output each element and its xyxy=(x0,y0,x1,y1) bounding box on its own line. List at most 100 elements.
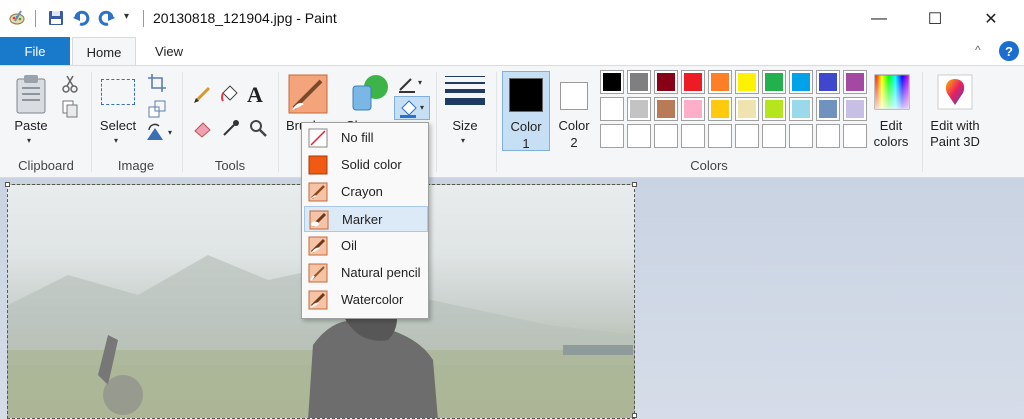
cut-icon[interactable] xyxy=(60,74,80,94)
palette-swatch xyxy=(603,100,621,118)
fill-icon[interactable] xyxy=(398,99,418,119)
palette-swatch xyxy=(603,73,621,91)
palette-color-cell[interactable] xyxy=(816,97,840,121)
palette-color-cell[interactable] xyxy=(816,70,840,94)
minimize-button[interactable]: — xyxy=(850,0,908,37)
fill-dropdown-arrow[interactable]: ▾ xyxy=(420,103,424,112)
paste-dropdown-arrow[interactable]: ▾ xyxy=(27,136,31,145)
tab-home[interactable]: Home xyxy=(72,37,136,66)
paste-icon[interactable] xyxy=(14,74,48,114)
palette-empty-cell[interactable] xyxy=(735,124,759,148)
palette-color-cell[interactable] xyxy=(627,97,651,121)
color1-label: Color xyxy=(510,119,542,134)
select-button[interactable]: Select xyxy=(96,118,140,134)
palette-color-cell[interactable] xyxy=(762,70,786,94)
palette-empty-cell[interactable] xyxy=(681,124,705,148)
menu-item-watercolor[interactable]: Watercolor xyxy=(304,287,428,313)
shapes-icon[interactable] xyxy=(346,72,390,114)
text-tool-icon[interactable]: A xyxy=(247,82,263,108)
edit-colors-icon[interactable] xyxy=(874,74,910,110)
color-picker-icon[interactable] xyxy=(221,118,241,138)
palette-swatch xyxy=(711,100,729,118)
collapse-ribbon-icon[interactable]: ^ xyxy=(975,43,981,57)
color1-number: 1 xyxy=(522,136,530,151)
palette-empty-cell[interactable] xyxy=(816,124,840,148)
palette-empty-cell[interactable] xyxy=(600,124,624,148)
select-icon[interactable] xyxy=(101,79,135,105)
edit-with-paint3d-button[interactable]: Edit with Paint 3D xyxy=(926,118,984,150)
color2-label: Color xyxy=(558,118,590,133)
tab-view[interactable]: View xyxy=(142,37,196,66)
close-button[interactable]: ✕ xyxy=(962,0,1020,37)
maximize-button[interactable]: ☐ xyxy=(906,0,964,37)
menu-item-oil[interactable]: Oil xyxy=(304,233,428,259)
palette-color-cell[interactable] xyxy=(843,97,867,121)
palette-color-cell[interactable] xyxy=(708,70,732,94)
menu-item-crayon[interactable]: Crayon xyxy=(304,179,428,205)
palette-empty-cell[interactable] xyxy=(708,124,732,148)
palette-color-cell[interactable] xyxy=(762,97,786,121)
palette-color-cell[interactable] xyxy=(735,97,759,121)
paste-button[interactable]: Paste xyxy=(10,118,52,134)
brushes-icon[interactable] xyxy=(288,74,328,114)
palette-swatch xyxy=(765,100,783,118)
palette-color-cell[interactable] xyxy=(681,70,705,94)
edit-colors-button[interactable]: Edit colors xyxy=(866,118,916,150)
outline-dropdown-arrow[interactable]: ▾ xyxy=(418,78,422,87)
tools-group-label: Tools xyxy=(214,158,246,173)
rotate-dropdown-arrow[interactable]: ▾ xyxy=(168,128,172,137)
save-icon[interactable] xyxy=(47,9,65,27)
size-dropdown-arrow[interactable]: ▾ xyxy=(461,136,465,145)
palette-empty-cell[interactable] xyxy=(627,124,651,148)
color1-button[interactable]: Color 1 xyxy=(502,71,550,151)
resize-handle[interactable] xyxy=(632,182,637,187)
menu-item-no-fill[interactable]: No fill xyxy=(304,125,428,151)
palette-swatch xyxy=(657,100,675,118)
paint-3d-icon[interactable] xyxy=(937,74,973,110)
oil-icon xyxy=(308,236,328,256)
tab-file[interactable]: File xyxy=(0,37,70,65)
palette-color-cell[interactable] xyxy=(600,97,624,121)
crop-icon[interactable] xyxy=(147,73,167,93)
size-button[interactable]: Size xyxy=(443,118,487,134)
rotate-icon[interactable] xyxy=(145,122,165,142)
resize-handle[interactable] xyxy=(5,182,10,187)
palette-color-cell[interactable] xyxy=(789,97,813,121)
palette-swatch xyxy=(630,100,648,118)
size-icon[interactable] xyxy=(445,76,485,110)
resize-icon[interactable] xyxy=(147,99,167,119)
palette-empty-cell[interactable] xyxy=(843,124,867,148)
outline-icon[interactable] xyxy=(397,74,417,94)
magnifier-icon[interactable] xyxy=(248,118,268,138)
color2-button[interactable]: Color 2 xyxy=(552,71,596,151)
palette-color-cell[interactable] xyxy=(627,70,651,94)
fill-button-active[interactable]: ▾ xyxy=(394,96,430,120)
palette-color-cell[interactable] xyxy=(843,70,867,94)
pencil-icon[interactable] xyxy=(193,84,213,104)
select-dropdown-arrow[interactable]: ▾ xyxy=(114,136,118,145)
redo-icon[interactable] xyxy=(98,9,116,27)
resize-handle[interactable] xyxy=(632,413,637,418)
help-button[interactable]: ? xyxy=(999,41,1019,61)
palette-color-cell[interactable] xyxy=(789,70,813,94)
palette-color-cell[interactable] xyxy=(654,70,678,94)
palette-color-cell[interactable] xyxy=(681,97,705,121)
palette-color-cell[interactable] xyxy=(654,97,678,121)
crayon-icon xyxy=(308,182,328,202)
undo-icon[interactable] xyxy=(72,9,90,27)
palette-color-cell[interactable] xyxy=(735,70,759,94)
fill-bucket-icon[interactable] xyxy=(219,84,239,104)
palette-empty-cell[interactable] xyxy=(762,124,786,148)
paint-app-icon[interactable] xyxy=(8,9,26,27)
menu-item-label: Solid color xyxy=(341,157,402,172)
palette-color-cell[interactable] xyxy=(600,70,624,94)
palette-empty-cell[interactable] xyxy=(789,124,813,148)
palette-empty-cell[interactable] xyxy=(654,124,678,148)
eraser-icon[interactable] xyxy=(193,118,213,138)
copy-icon[interactable] xyxy=(60,99,80,119)
menu-item-marker[interactable]: Marker xyxy=(304,206,428,232)
palette-color-cell[interactable] xyxy=(708,97,732,121)
menu-item-natural-pencil[interactable]: Natural pencil xyxy=(304,260,428,286)
menu-item-solid-color[interactable]: Solid color xyxy=(304,152,428,178)
customize-quick-access-icon[interactable]: ▾ xyxy=(124,11,129,22)
